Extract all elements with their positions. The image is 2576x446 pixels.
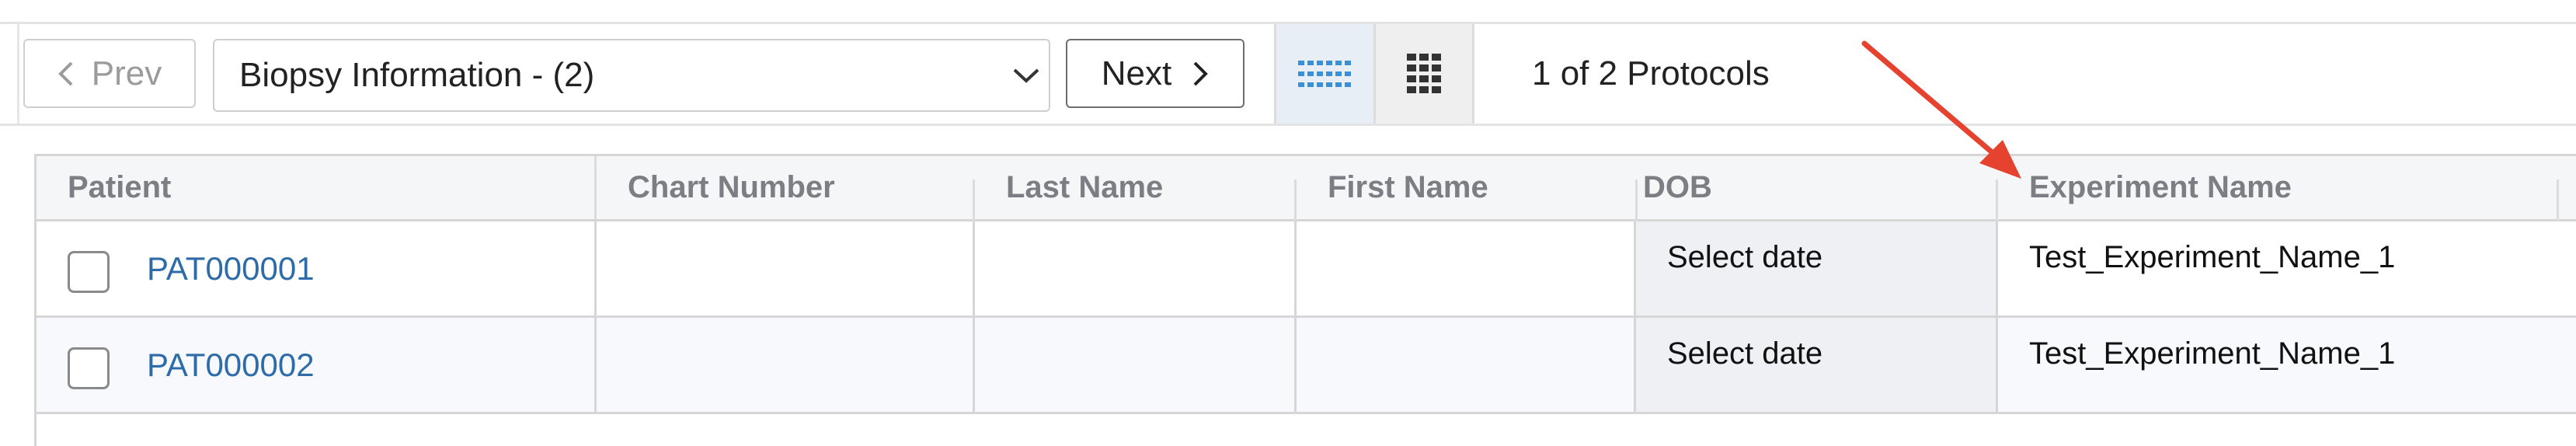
list-view-icon: [1297, 61, 1351, 87]
patient-link[interactable]: PAT000001: [147, 221, 315, 315]
patient-link[interactable]: PAT000002: [147, 318, 315, 412]
page: Prev Biopsy Information - (2) Next 1 of …: [0, 0, 2576, 446]
patient-table: Patient Chart Number Last Name First Nam…: [34, 154, 2576, 446]
table-header: Patient Chart Number Last Name First Nam…: [37, 156, 2576, 221]
prev-button[interactable]: Prev: [23, 39, 196, 108]
next-button[interactable]: Next: [1066, 39, 1244, 108]
experiment-name-value: Test_Experiment_Name_1: [2029, 336, 2396, 371]
protocol-select-value: Biopsy Information - (2): [239, 56, 595, 94]
table-row: PAT000002 Select date Test_Experiment_Na…: [37, 318, 2576, 414]
dob-date-picker[interactable]: Select date: [1636, 221, 1998, 315]
column-header-first-name[interactable]: First Name: [1297, 156, 1638, 219]
table-row: PAT000001 Select date Test_Experiment_Na…: [37, 221, 2576, 318]
cell-first-name: [1297, 318, 1636, 412]
cell-experiment-name: Test_Experiment_Name_1: [1998, 221, 2557, 315]
column-header-chart-number[interactable]: Chart Number: [597, 156, 976, 219]
column-divider: [2557, 179, 2559, 221]
cell-last-name: [975, 221, 1297, 315]
toolbar-divider: [17, 24, 19, 124]
experiment-name-value: Test_Experiment_Name_1: [2029, 240, 2396, 274]
list-view-toggle[interactable]: [1274, 24, 1373, 124]
next-button-label: Next: [1101, 54, 1172, 92]
cell-chart-number: [597, 318, 975, 412]
row-select-checkbox[interactable]: [68, 347, 110, 389]
dob-placeholder: Select date: [1667, 336, 1823, 371]
cell-experiment-name: Test_Experiment_Name_1: [1998, 318, 2557, 412]
grid-view-icon: [1407, 54, 1441, 93]
column-header-patient[interactable]: Patient: [37, 156, 596, 219]
protocol-select[interactable]: Biopsy Information - (2): [213, 39, 1050, 112]
grid-view-toggle[interactable]: [1373, 24, 1474, 124]
dob-date-picker[interactable]: Select date: [1636, 318, 1998, 412]
cell-patient: PAT000001: [37, 221, 597, 315]
dob-placeholder: Select date: [1667, 240, 1823, 274]
chevron-down-icon: [1013, 68, 1039, 83]
cell-chart-number: [597, 221, 975, 315]
protocol-count: 1 of 2 Protocols: [1532, 54, 1770, 92]
row-select-checkbox[interactable]: [68, 251, 110, 293]
chevron-left-icon: [57, 61, 73, 85]
chevron-right-icon: [1193, 61, 1209, 85]
cell-patient: PAT000002: [37, 318, 597, 412]
column-header-experiment-name[interactable]: Experiment Name: [1998, 156, 2542, 219]
column-header-last-name[interactable]: Last Name: [975, 156, 1297, 219]
annotation-arrow-icon: [1861, 40, 2021, 179]
cell-first-name: [1297, 221, 1636, 315]
toolbar: Prev Biopsy Information - (2) Next 1 of …: [0, 22, 2576, 126]
prev-button-label: Prev: [91, 54, 162, 92]
cell-last-name: [975, 318, 1297, 412]
